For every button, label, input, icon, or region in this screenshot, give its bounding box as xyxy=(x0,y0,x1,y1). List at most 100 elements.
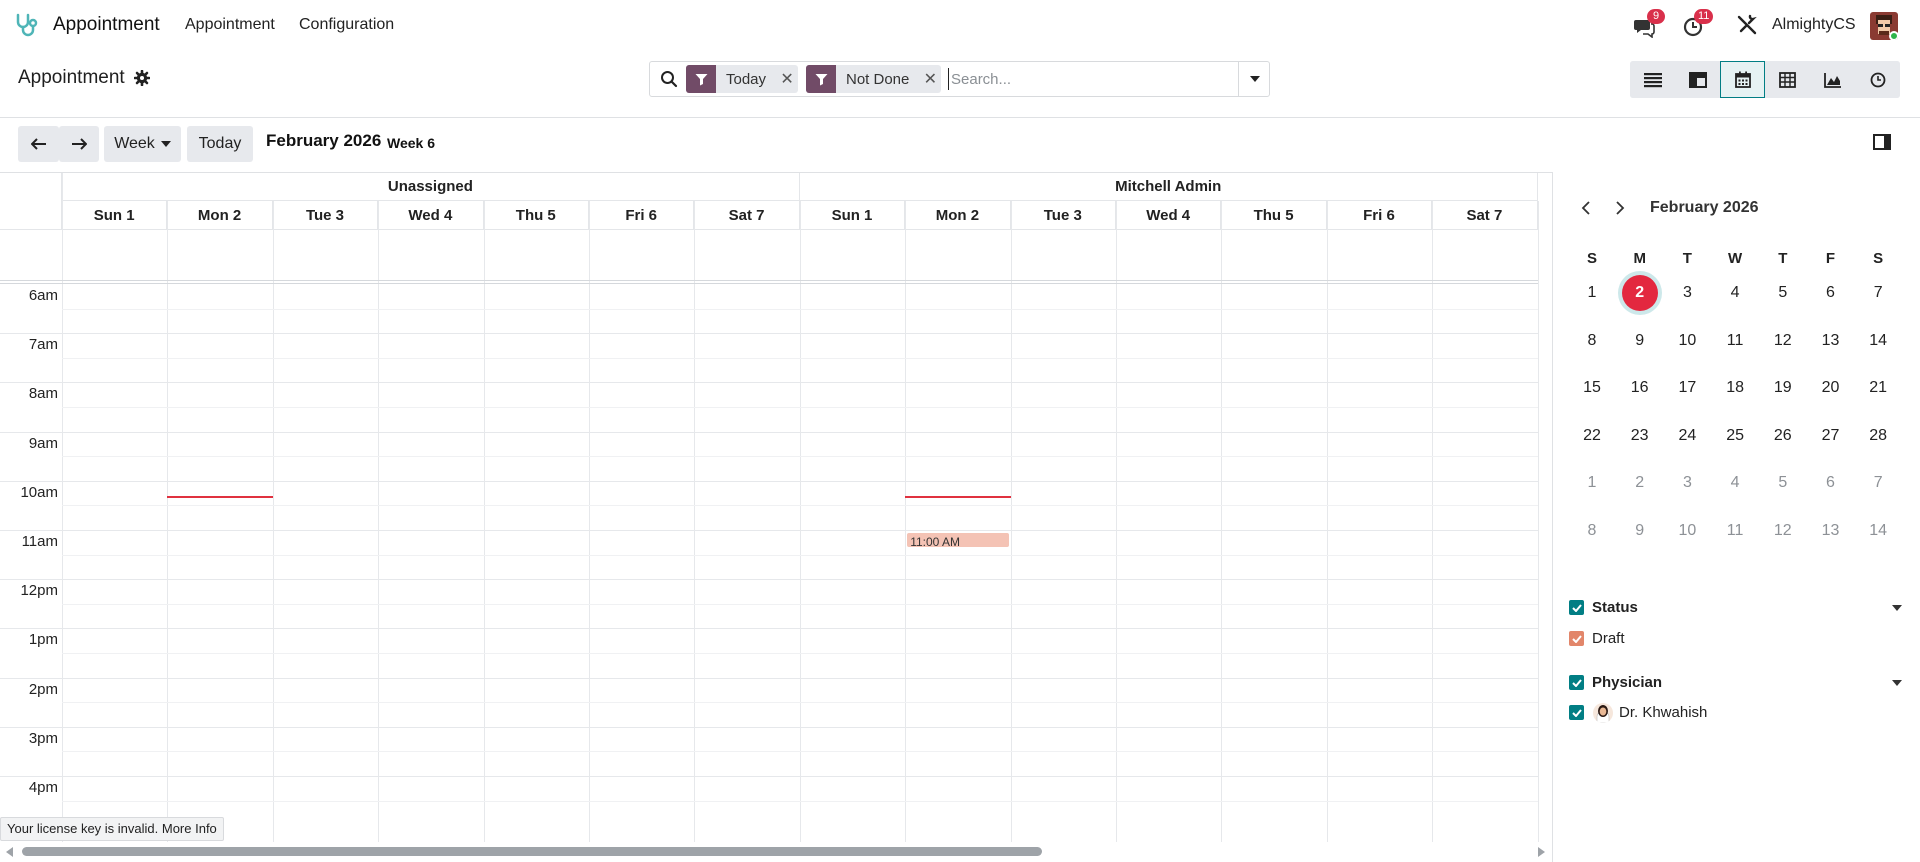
menu-appointment[interactable]: Appointment xyxy=(185,16,275,34)
mini-calendar-day[interactable]: 12 xyxy=(1763,321,1803,361)
mini-calendar-day[interactable]: 10 xyxy=(1667,321,1707,361)
appointment-event[interactable]: 11:00 AM xyxy=(907,533,1009,547)
mini-calendar-day[interactable]: 4 xyxy=(1715,463,1755,503)
day-header[interactable]: Sun 1 xyxy=(799,201,906,230)
mini-calendar-day[interactable]: 22 xyxy=(1572,416,1612,456)
search-options-toggle[interactable] xyxy=(1238,62,1270,96)
user-avatar[interactable] xyxy=(1870,12,1898,40)
today-button[interactable]: Today xyxy=(187,126,253,162)
day-header[interactable]: Sun 1 xyxy=(62,201,168,230)
day-header[interactable]: Fri 6 xyxy=(1326,201,1433,230)
page-title[interactable]: Appointment xyxy=(18,67,125,89)
activities-button[interactable]: 11 xyxy=(1683,9,1714,38)
menu-configuration[interactable]: Configuration xyxy=(299,16,394,34)
day-header[interactable]: Mon 2 xyxy=(167,201,273,230)
mini-calendar-day[interactable]: 9 xyxy=(1620,321,1660,361)
mini-calendar-day[interactable]: 21 xyxy=(1858,368,1898,408)
mini-calendar-day[interactable]: 27 xyxy=(1811,416,1851,456)
mini-calendar-day[interactable]: 15 xyxy=(1572,368,1612,408)
scale-dropdown[interactable]: Week xyxy=(104,126,181,162)
mini-calendar-day[interactable]: 3 xyxy=(1667,273,1707,313)
mini-calendar-day[interactable]: 25 xyxy=(1715,416,1755,456)
time-label: 1pm xyxy=(28,631,58,649)
horizontal-scrollbar[interactable] xyxy=(0,842,1552,862)
side-panel-toggle-icon[interactable] xyxy=(1873,134,1891,150)
day-header[interactable]: Thu 5 xyxy=(1221,201,1327,230)
activity-view-button[interactable] xyxy=(1855,61,1900,98)
list-view-button[interactable] xyxy=(1630,61,1675,98)
mini-calendar-day[interactable]: 6 xyxy=(1811,273,1851,313)
mini-calendar-day[interactable]: 3 xyxy=(1667,463,1707,503)
scroll-thumb[interactable] xyxy=(22,847,1042,856)
mini-prev-icon[interactable] xyxy=(1580,200,1592,216)
mini-calendar-day[interactable]: 7 xyxy=(1858,273,1898,313)
mini-calendar-day[interactable]: 23 xyxy=(1620,416,1660,456)
mini-calendar-day[interactable]: 6 xyxy=(1811,463,1851,503)
mini-calendar-day[interactable]: 14 xyxy=(1858,511,1898,551)
day-header[interactable]: Tue 3 xyxy=(1010,201,1116,230)
mini-calendar-day[interactable]: 17 xyxy=(1667,368,1707,408)
day-header[interactable]: Wed 4 xyxy=(1116,201,1222,230)
appointment-app-icon[interactable] xyxy=(14,12,40,38)
mini-calendar-day[interactable]: 5 xyxy=(1763,273,1803,313)
mini-calendar-today[interactable]: 2 xyxy=(1620,273,1660,313)
mini-calendar-day[interactable]: 26 xyxy=(1763,416,1803,456)
mini-calendar-day[interactable]: 18 xyxy=(1715,368,1755,408)
caret-down-icon xyxy=(1249,76,1260,82)
graph-view-button[interactable] xyxy=(1810,61,1855,98)
day-header[interactable]: Sat 7 xyxy=(1432,201,1538,230)
mini-calendar-day[interactable]: 7 xyxy=(1858,463,1898,503)
draft-filter-checkbox[interactable] xyxy=(1569,631,1584,646)
physician-filter-checkbox[interactable] xyxy=(1569,675,1584,690)
mini-calendar-day[interactable]: 8 xyxy=(1572,511,1612,551)
scroll-left-icon[interactable] xyxy=(6,847,13,857)
pivot-view-button[interactable] xyxy=(1765,61,1810,98)
mini-calendar-day[interactable]: 14 xyxy=(1858,321,1898,361)
day-header[interactable]: Mon 2 xyxy=(905,201,1011,230)
grid-column-line xyxy=(378,201,380,842)
mini-calendar-day[interactable]: 20 xyxy=(1811,368,1851,408)
day-header[interactable]: Fri 6 xyxy=(589,201,695,230)
physician-item-checkbox[interactable] xyxy=(1569,705,1584,720)
mini-calendar-day[interactable]: 9 xyxy=(1620,511,1660,551)
mini-calendar-day[interactable]: 5 xyxy=(1763,463,1803,503)
mini-next-icon[interactable] xyxy=(1614,200,1626,216)
kanban-view-button[interactable] xyxy=(1675,61,1720,98)
search-input[interactable] xyxy=(948,68,1228,90)
scroll-right-icon[interactable] xyxy=(1538,847,1545,857)
mini-calendar-day[interactable]: 28 xyxy=(1858,416,1898,456)
mini-calendar-day[interactable]: 13 xyxy=(1811,321,1851,361)
next-button[interactable] xyxy=(59,126,99,162)
gear-icon[interactable] xyxy=(134,70,150,86)
calendar-grid[interactable]: Unassigned Sun 1 Mon 2 Tue 3 Wed 4 Thu 5 Fri 6… xyxy=(0,172,1552,842)
day-header[interactable]: Thu 5 xyxy=(483,201,589,230)
facet-remove-icon[interactable]: ✕ xyxy=(919,69,941,89)
license-warning[interactable]: Your license key is invalid. More Info xyxy=(0,817,224,841)
day-header[interactable]: Tue 3 xyxy=(272,201,379,230)
messages-button[interactable]: 9 xyxy=(1633,9,1665,38)
user-name[interactable]: AlmightyCS xyxy=(1772,16,1856,34)
status-filter-checkbox[interactable] xyxy=(1569,600,1584,615)
mini-calendar-day[interactable]: 8 xyxy=(1572,321,1612,361)
mini-calendar-day[interactable]: 4 xyxy=(1715,273,1755,313)
previous-button[interactable] xyxy=(18,126,59,162)
mini-calendar-day[interactable]: 2 xyxy=(1620,463,1660,503)
mini-calendar-day[interactable]: 1 xyxy=(1572,273,1612,313)
mini-calendar-day[interactable]: 24 xyxy=(1667,416,1707,456)
mini-calendar-day[interactable]: 12 xyxy=(1763,511,1803,551)
mini-calendar-day[interactable]: 11 xyxy=(1715,321,1755,361)
physician-collapse-icon[interactable] xyxy=(1892,680,1902,686)
mini-calendar-day[interactable]: 16 xyxy=(1620,368,1660,408)
status-collapse-icon[interactable] xyxy=(1892,605,1902,611)
day-header[interactable]: Wed 4 xyxy=(378,201,484,230)
mini-calendar-day[interactable]: 1 xyxy=(1572,463,1612,503)
mini-calendar-day[interactable]: 13 xyxy=(1811,511,1851,551)
mini-calendar-day[interactable]: 10 xyxy=(1667,511,1707,551)
tools-icon[interactable] xyxy=(1736,14,1758,36)
day-header[interactable]: Sat 7 xyxy=(694,201,800,230)
facet-remove-icon[interactable]: ✕ xyxy=(776,69,798,89)
mini-calendar-day[interactable]: 19 xyxy=(1763,368,1803,408)
mini-calendar-day[interactable]: 11 xyxy=(1715,511,1755,551)
app-name[interactable]: Appointment xyxy=(53,14,160,36)
calendar-view-button[interactable] xyxy=(1720,61,1765,98)
